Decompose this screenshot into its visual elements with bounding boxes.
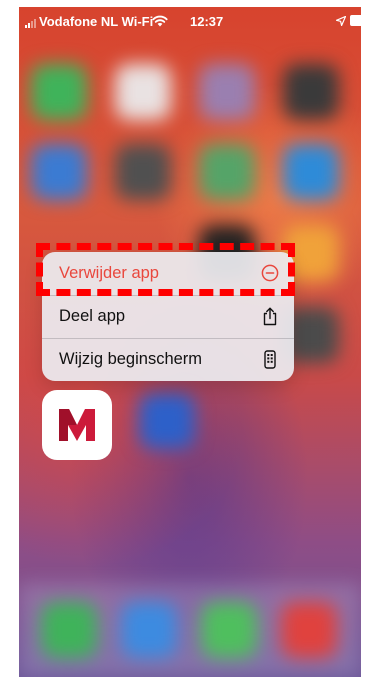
app-logo-m-icon bbox=[59, 409, 95, 441]
blurred-app-icon bbox=[31, 144, 87, 200]
remove-app-menu-item[interactable]: Verwijder app bbox=[42, 252, 294, 294]
blurred-app-icon bbox=[115, 64, 171, 120]
home-screen: Vodafone NL Wi-Fi 12:37 Verwijder app De… bbox=[19, 7, 361, 677]
share-app-label: Deel app bbox=[59, 307, 126, 325]
blurred-dock-app-icon bbox=[41, 602, 97, 658]
status-bar: Vodafone NL Wi-Fi 12:37 bbox=[19, 7, 361, 33]
blurred-app-icon bbox=[199, 64, 255, 120]
app-context-menu: Verwijder app Deel app Wijzig beginscher… bbox=[42, 252, 294, 381]
blurred-app-icon bbox=[139, 393, 195, 449]
blurred-dock-app-icon bbox=[281, 602, 337, 658]
blurred-app-icon bbox=[115, 144, 171, 200]
edit-home-screen-menu-item[interactable]: Wijzig beginscherm bbox=[42, 338, 294, 380]
wifi-icon bbox=[152, 15, 168, 27]
location-arrow-icon bbox=[336, 16, 346, 26]
blurred-app-icon bbox=[31, 64, 87, 120]
remove-circle-icon bbox=[260, 263, 280, 283]
share-icon bbox=[260, 307, 280, 327]
blurred-dock-app-icon bbox=[201, 602, 257, 658]
blurred-app-icon bbox=[283, 64, 339, 120]
carrier-name: Vodafone NL Wi-Fi bbox=[39, 14, 154, 29]
edit-home-screen-label: Wijzig beginscherm bbox=[59, 350, 203, 368]
clock-time: 12:37 bbox=[190, 14, 224, 29]
blurred-app-icon bbox=[199, 144, 255, 200]
share-app-menu-item[interactable]: Deel app bbox=[42, 295, 294, 337]
blurred-dock-app-icon bbox=[121, 602, 177, 658]
blurred-app-icon bbox=[283, 144, 339, 200]
signal-strength-icon bbox=[25, 19, 36, 28]
remove-app-label: Verwijder app bbox=[59, 263, 159, 282]
battery-icon bbox=[350, 15, 361, 26]
phone-edit-icon bbox=[260, 350, 280, 370]
selected-app-icon[interactable] bbox=[42, 390, 112, 460]
